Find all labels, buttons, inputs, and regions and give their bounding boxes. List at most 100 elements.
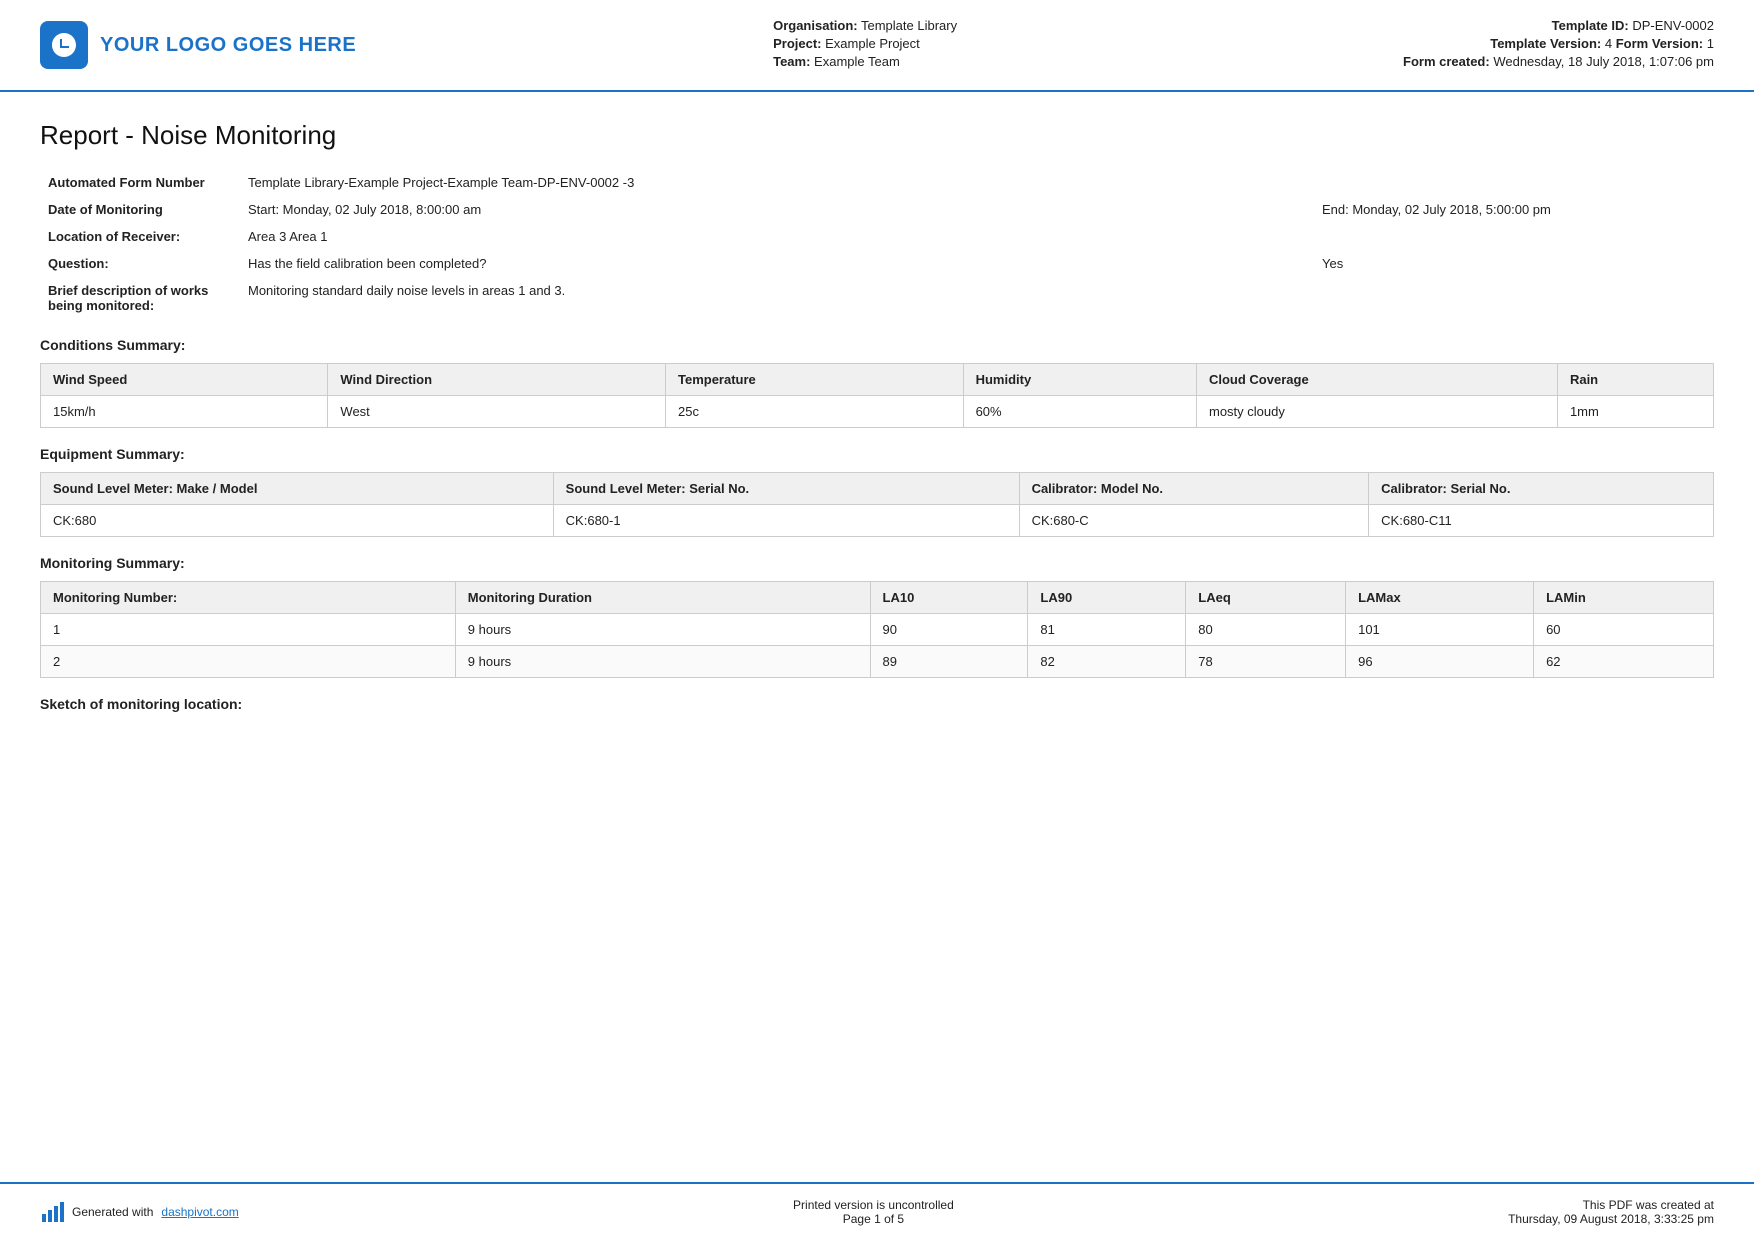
question-value: Has the field calibration been completed… [240, 250, 1234, 277]
form-created-label: Form created: [1403, 54, 1490, 69]
conditions-col-wind-speed: Wind Speed [41, 364, 328, 396]
automated-form-label: Automated Form Number [40, 169, 240, 196]
equipment-table: Sound Level Meter: Make / Model Sound Le… [40, 472, 1714, 537]
conditions-col-temperature: Temperature [665, 364, 963, 396]
equipment-col-cal-model: Calibrator: Model No. [1019, 473, 1369, 505]
table-cell: CK:680-C [1019, 505, 1369, 537]
table-cell: 9 hours [455, 614, 870, 646]
monitoring-data-row: 19 hours90818010160 [41, 614, 1714, 646]
sketch-section-title: Sketch of monitoring location: [40, 696, 1714, 712]
info-row-question: Question: Has the field calibration been… [40, 250, 1714, 277]
form-version-label: Form Version: [1616, 36, 1703, 51]
report-title: Report - Noise Monitoring [40, 120, 1714, 151]
table-cell: 62 [1534, 646, 1714, 678]
question-label: Question: [40, 250, 240, 277]
table-cell: 89 [870, 646, 1028, 678]
footer-right: This PDF was created at Thursday, 09 Aug… [1508, 1198, 1714, 1226]
table-cell: 15km/h [41, 396, 328, 428]
table-cell: CK:680-C11 [1369, 505, 1714, 537]
monitoring-col-duration: Monitoring Duration [455, 582, 870, 614]
automated-form-value: Template Library-Example Project-Example… [240, 169, 1714, 196]
monitoring-col-la10: LA10 [870, 582, 1028, 614]
date-start-value: Start: Monday, 02 July 2018, 8:00:00 am [240, 196, 1234, 223]
header-right: Template ID: DP-ENV-0002 Template Versio… [1374, 18, 1714, 72]
pdf-created-value: Thursday, 09 August 2018, 3:33:25 pm [1508, 1212, 1714, 1226]
template-id-label: Template ID: [1552, 18, 1629, 33]
table-cell: mosty cloudy [1196, 396, 1557, 428]
monitoring-data-row: 29 hours8982789662 [41, 646, 1714, 678]
info-row-automated-form: Automated Form Number Template Library-E… [40, 169, 1714, 196]
info-row-date-monitoring: Date of Monitoring Start: Monday, 02 Jul… [40, 196, 1714, 223]
table-cell: 60 [1534, 614, 1714, 646]
equipment-section-title: Equipment Summary: [40, 446, 1714, 462]
date-end-value: End: Monday, 02 July 2018, 5:00:00 pm [1314, 196, 1714, 223]
question-answer: Yes [1314, 250, 1714, 277]
date-monitoring-label: Date of Monitoring [40, 196, 240, 223]
monitoring-header-row: Monitoring Number: Monitoring Duration L… [41, 582, 1714, 614]
org-value: Template Library [861, 18, 957, 33]
info-row-location: Location of Receiver: Area 3 Area 1 [40, 223, 1714, 250]
pdf-created-label: This PDF was created at [1508, 1198, 1714, 1212]
logo-area: YOUR LOGO GOES HERE [40, 21, 356, 69]
table-cell: 25c [665, 396, 963, 428]
monitoring-col-lamin: LAMin [1534, 582, 1714, 614]
table-cell: 60% [963, 396, 1196, 428]
conditions-section-title: Conditions Summary: [40, 337, 1714, 353]
brief-desc-value: Monitoring standard daily noise levels i… [240, 277, 1714, 319]
info-row-brief-desc: Brief description of works being monitor… [40, 277, 1714, 319]
conditions-col-cloud-coverage: Cloud Coverage [1196, 364, 1557, 396]
form-created-value: Wednesday, 18 July 2018, 1:07:06 pm [1493, 54, 1714, 69]
template-version-value: 4 [1605, 36, 1612, 51]
table-cell: 2 [41, 646, 456, 678]
footer-center: Printed version is uncontrolled Page 1 o… [793, 1198, 954, 1226]
equipment-col-serial: Sound Level Meter: Serial No. [553, 473, 1019, 505]
logo-text: YOUR LOGO GOES HERE [100, 34, 356, 57]
equipment-header-row: Sound Level Meter: Make / Model Sound Le… [41, 473, 1714, 505]
project-value: Example Project [825, 36, 920, 51]
table-cell: CK:680-1 [553, 505, 1019, 537]
monitoring-table: Monitoring Number: Monitoring Duration L… [40, 581, 1714, 678]
printed-version-text: Printed version is uncontrolled [793, 1198, 954, 1212]
footer-left: Generated with dashpivot.com [40, 1200, 239, 1224]
dashpivot-logo-icon [40, 1200, 64, 1224]
table-cell: CK:680 [41, 505, 554, 537]
table-cell: 78 [1186, 646, 1346, 678]
template-id-value: DP-ENV-0002 [1632, 18, 1714, 33]
location-value: Area 3 Area 1 [240, 223, 1714, 250]
team-label: Team: [773, 54, 810, 69]
header-meta: Organisation: Template Library Project: … [356, 18, 1374, 72]
table-cell: 1 [41, 614, 456, 646]
org-label: Organisation: [773, 18, 858, 33]
table-cell: 80 [1186, 614, 1346, 646]
equipment-col-cal-serial: Calibrator: Serial No. [1369, 473, 1714, 505]
form-version-value: 1 [1707, 36, 1714, 51]
project-label: Project: [773, 36, 821, 51]
table-cell: 82 [1028, 646, 1186, 678]
conditions-data-row: 15km/hWest25c60%mosty cloudy1mm [41, 396, 1714, 428]
table-cell: 81 [1028, 614, 1186, 646]
template-version-label: Template Version: [1490, 36, 1601, 51]
monitoring-section-title: Monitoring Summary: [40, 555, 1714, 571]
location-label: Location of Receiver: [40, 223, 240, 250]
page-info-text: Page 1 of 5 [793, 1212, 954, 1226]
monitoring-col-la90: LA90 [1028, 582, 1186, 614]
monitoring-col-number: Monitoring Number: [41, 582, 456, 614]
dashpivot-link[interactable]: dashpivot.com [161, 1205, 238, 1219]
conditions-header-row: Wind Speed Wind Direction Temperature Hu… [41, 364, 1714, 396]
conditions-col-rain: Rain [1557, 364, 1713, 396]
info-table: Automated Form Number Template Library-E… [40, 169, 1714, 319]
table-cell: 90 [870, 614, 1028, 646]
equipment-col-make-model: Sound Level Meter: Make / Model [41, 473, 554, 505]
team-value: Example Team [814, 54, 900, 69]
monitoring-col-lamax: LAMax [1346, 582, 1534, 614]
brief-desc-label: Brief description of works being monitor… [40, 277, 240, 319]
table-cell: 101 [1346, 614, 1534, 646]
table-cell: West [328, 396, 666, 428]
page-footer: Generated with dashpivot.com Printed ver… [0, 1182, 1754, 1240]
equipment-data-row: CK:680CK:680-1CK:680-CCK:680-C11 [41, 505, 1714, 537]
conditions-table: Wind Speed Wind Direction Temperature Hu… [40, 363, 1714, 428]
page-header: YOUR LOGO GOES HERE Organisation: Templa… [0, 0, 1754, 92]
main-content: Report - Noise Monitoring Automated Form… [0, 92, 1754, 1142]
table-cell: 9 hours [455, 646, 870, 678]
conditions-col-wind-direction: Wind Direction [328, 364, 666, 396]
